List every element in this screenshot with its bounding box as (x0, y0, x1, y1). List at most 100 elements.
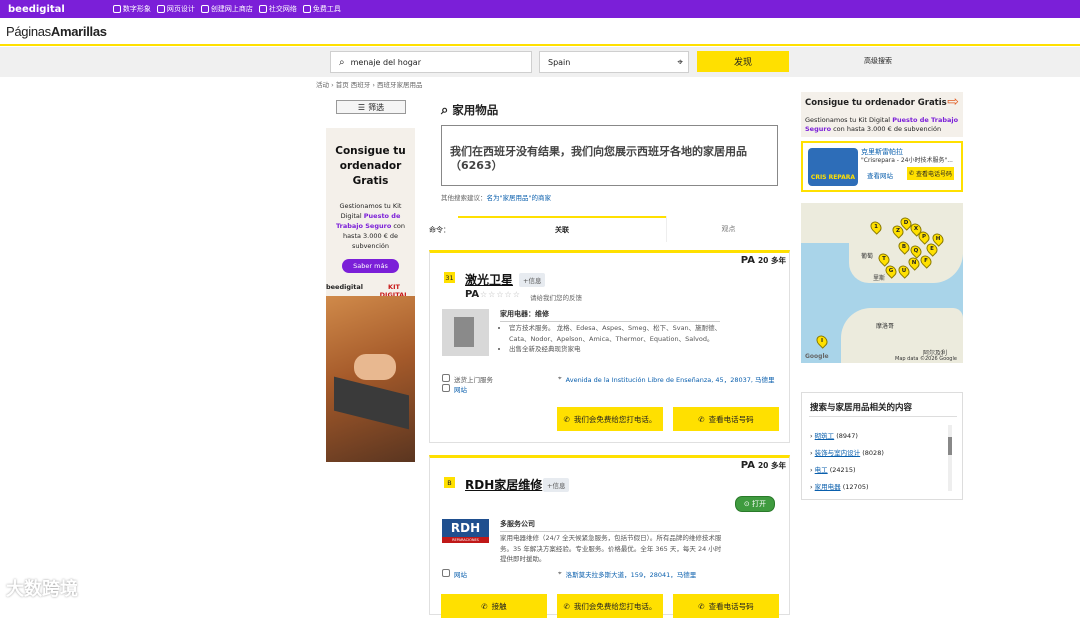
tools-icon (302, 5, 311, 13)
phone-icon: ✆ (563, 414, 570, 424)
related-item[interactable]: › 砌筑工 (8947) (810, 428, 884, 445)
call-me-free-button[interactable]: ✆ 我们会免费给您打电话。 (557, 594, 663, 618)
address[interactable]: ⌖ 洛斯莫夫拉多斯大道，159，28041，马德里 (558, 569, 783, 579)
ad-headline: Consigue tu ordenador Gratis (335, 145, 406, 187)
phone-icon: ✆ (481, 601, 488, 611)
page-title: ⌕ 家用物品 (441, 102, 499, 118)
listing-name[interactable]: 激光卫星 (465, 271, 513, 288)
where-search-input[interactable]: Spain ⌖ (539, 51, 689, 73)
beedigital-logo[interactable]: beedigital (8, 4, 65, 15)
google-logo: Google (805, 353, 829, 360)
cris-repara-logo[interactable]: CRIS REPARA (808, 148, 858, 186)
open-status-badge: ⊙ 打开 (734, 496, 775, 512)
paginas-amarillas-logo[interactable]: PáginasAmarillas (6, 24, 107, 39)
view-phone-button[interactable]: ✆ 查看电话号码 (673, 594, 779, 618)
home-delivery: 送货上门服务 (442, 374, 493, 384)
sort-label: 命令： (429, 226, 450, 234)
ad-saber-mas-button[interactable]: Saber más (342, 259, 399, 273)
years-badge: PA 20 多年 (740, 460, 786, 471)
search-icon: ⌕ (441, 102, 449, 118)
breadcrumb[interactable]: 活动 › 首页 西班牙 › 西班牙家居用品 (316, 79, 423, 89)
website-link[interactable]: 网站 (442, 569, 467, 579)
phone-icon: ✆ (698, 414, 705, 424)
other-suggestions: 其他搜索建议：名为"家居用品"的商家 (441, 194, 551, 202)
filter-icon: ☰ (357, 102, 366, 112)
top-nav: 数字形象 网页设计 创建网上商店 社交网络 免费工具 (112, 4, 341, 14)
nav-item-social[interactable]: 社交网络 (258, 4, 297, 14)
related-item[interactable]: › 电工 (24215) (810, 462, 884, 479)
right-ad-banner[interactable]: Consigue tu ordenador Gratis ⇨ Gestionam… (801, 92, 963, 137)
listing-bullets: 官方技术服务。 龙格、Edesa、Aspes、Smeg、松下、Svan、施耐德、… (500, 323, 725, 355)
suggestion-link[interactable]: 名为"家居用品"的商家 (487, 194, 551, 202)
filter-button[interactable]: ☰ 筛选 (336, 100, 406, 114)
call-me-free-button[interactable]: ✆ 我们会免费给您打电话。 (557, 407, 663, 431)
map-label: 葡萄 (861, 253, 874, 260)
ad-text: Gestionamos tu Kit Digital Puesto de Tra… (805, 116, 959, 133)
website-link[interactable]: 网站 (442, 384, 467, 394)
tab-reviews[interactable]: 观点 (666, 216, 790, 242)
pa-icon: PA (740, 460, 755, 471)
tab-relevance[interactable]: 关联 (458, 216, 666, 242)
more-info-button[interactable]: +信息 (543, 478, 570, 492)
ad-headline: Consigue tu ordenador Gratis (805, 98, 947, 108)
pa-icon: PA (465, 289, 480, 300)
map-label: 里斯 (873, 275, 886, 282)
cart-icon (200, 5, 209, 13)
sponsor-phone-button[interactable]: ✆ 查看电话号码 (907, 167, 954, 180)
listing-name[interactable]: RDH家居维修 (465, 476, 542, 493)
nav-item-web-design[interactable]: 网页设计 (156, 4, 195, 14)
site-header: PáginasAmarillas (0, 18, 1080, 46)
related-item[interactable]: › 家用电器 (12705) (810, 479, 884, 496)
monitor-icon (156, 5, 165, 13)
listing-description: 家用电器维修（24/7 全天候紧急服务，包括节假日）。所有品牌的维修技术服务。3… (500, 534, 722, 563)
sponsored-listing: CRIS REPARA 克里斯雷帕拉 "Crisrepara - 24小时技术服… (801, 141, 963, 192)
building-icon (442, 309, 489, 356)
watermark: 大数跨境 (6, 579, 78, 600)
what-search-input[interactable]: ⌕ menaje del hogar (330, 51, 532, 73)
location-icon[interactable]: ⌖ (677, 57, 683, 68)
no-results-notice: 我们在西班牙没有结果，我们向您展示西班牙各地的家居用品（6263） (441, 125, 778, 186)
sponsor-website-link[interactable]: 查看网站 (867, 170, 893, 180)
ad-text: Gestionamos tu Kit Digital Puesto de Tra… (335, 202, 406, 250)
search-bar: ⌕ menaje del hogar Spain ⌖ 发现 (0, 47, 1080, 77)
search-button[interactable]: 发现 (697, 51, 789, 72)
address[interactable]: ⌖ Avenida de la Institución Libre de Ense… (558, 374, 783, 384)
rating-text[interactable]: 请给我们您的反馈 (530, 292, 582, 302)
results-map[interactable]: 1 D Z X P H B Q G T U N F E I 葡萄 里斯 摩洛哥 … (801, 203, 963, 363)
listing-category: 多服务公司 (500, 519, 720, 532)
contact-button[interactable]: ✆ 接触 (441, 594, 547, 618)
phone-icon: ✆ (909, 170, 915, 177)
related-item[interactable]: › 装饰与室内设计 (8028) (810, 445, 884, 462)
search-icon: ⌕ (339, 56, 345, 68)
map-pin[interactable]: I (814, 333, 830, 349)
divider (809, 416, 957, 417)
top-bar: beedigital 数字形象 网页设计 创建网上商店 社交网络 免费工具 (0, 0, 1080, 18)
globe-icon (442, 569, 450, 577)
globe-icon (442, 384, 450, 392)
arrow-icon: ⇨ (947, 94, 959, 110)
phone-icon: ✆ (563, 601, 570, 611)
left-ad-banner[interactable]: Consigue tu ordenador Gratis Gestionamos… (326, 128, 415, 462)
advanced-search-link[interactable]: 高级搜索 (864, 56, 892, 66)
listing-number: 31 (444, 272, 455, 283)
related-list: › 砌筑工 (8947) › 装饰与室内设计 (8028) › 电工 (2421… (810, 428, 884, 496)
rdh-logo: RDH REPARACIONES (442, 519, 489, 543)
ad-photo (326, 296, 415, 462)
scrollbar[interactable] (948, 425, 952, 491)
view-phone-button[interactable]: ✆ 查看电话号码 (673, 407, 779, 431)
sponsor-description: "Crisrepara - 24小时技术服务"... (861, 157, 953, 164)
rating-stars[interactable]: ☆☆☆☆☆ (480, 290, 521, 299)
nav-item-online-store[interactable]: 创建网上商店 (200, 4, 253, 14)
nav-item-free-tools[interactable]: 免费工具 (302, 4, 341, 14)
location-pin-icon: ⌖ (558, 374, 562, 382)
listing-card: PA 20 多年 B RDH家居维修 +信息 ⊙ 打开 RDH REPARACION… (429, 455, 790, 618)
related-searches: 搜索与家居用品相关的内容 › 砌筑工 (8947) › 装饰与室内设计 (802… (801, 392, 963, 500)
nav-item-digital-image[interactable]: 数字形象 (112, 4, 151, 14)
map-label: 摩洛哥 (876, 323, 895, 330)
home-icon (442, 374, 450, 382)
years-badge: PA 20 多年 (740, 255, 786, 266)
listing-card: PA 20 多年 31 激光卫星 +信息 PA ☆☆☆☆☆ 请给我们您的反馈 家用… (429, 250, 790, 443)
listing-category: 家用电器：维修 (500, 309, 720, 322)
phone-icon: ✆ (698, 601, 705, 611)
more-info-button[interactable]: +信息 (519, 273, 546, 287)
